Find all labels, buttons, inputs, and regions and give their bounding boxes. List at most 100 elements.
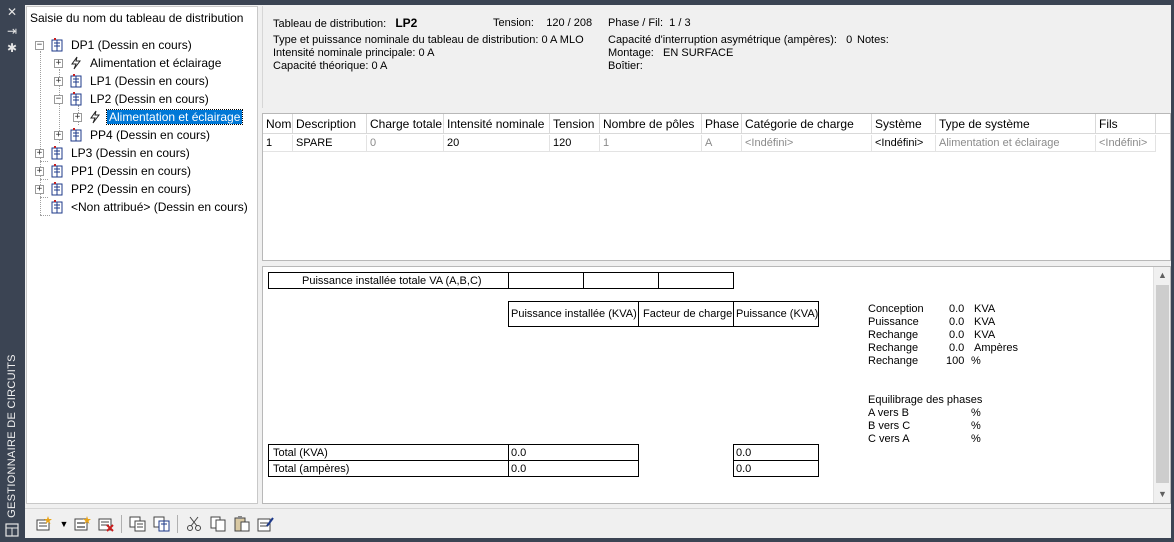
panel-info: Tableau de distribution: LP2 Tension: 12… — [262, 6, 1171, 108]
tree-node-pp1[interactable]: + PP1 (Dessin en cours) — [35, 162, 193, 180]
total-kva-power: 0.0 — [733, 444, 819, 461]
tree-node-dp1[interactable]: − DP1 (Dessin en cours) — [35, 36, 194, 54]
tree-node-lp2-power-lighting[interactable]: + Alimentation et éclairage — [73, 108, 244, 126]
col-power-kva: Puissance (KVA) — [733, 301, 819, 327]
delete-circuit-icon[interactable] — [97, 516, 115, 532]
load-summary: Puissance installée totale VA (A,B,C) Pu… — [262, 266, 1171, 504]
col-description[interactable]: Description — [293, 114, 367, 134]
scroll-down-icon[interactable]: ▼ — [1154, 486, 1171, 503]
col-tension[interactable]: Tension — [550, 114, 600, 134]
dropdown-arrow-icon[interactable]: ▼ — [55, 516, 73, 532]
expand-icon[interactable]: + — [54, 130, 63, 140]
total-amps-installed: 0.0 — [508, 460, 639, 477]
stat-label: Rechange — [868, 355, 919, 367]
panel-icon — [5, 523, 19, 537]
tree-node-pp4[interactable]: + PP4 (Dessin en cours) — [54, 126, 212, 144]
schedule-icon[interactable] — [153, 516, 171, 532]
tree-node-lp3[interactable]: + LP3 (Dessin en cours) — [35, 144, 192, 162]
expand-icon[interactable]: + — [35, 184, 44, 194]
col-phase[interactable]: Phase — [702, 114, 742, 134]
notes-label: Notes: — [857, 34, 889, 46]
stat-unit: Ampères — [974, 342, 1019, 354]
expand-icon[interactable]: + — [35, 166, 44, 176]
col-fils[interactable]: Fils — [1096, 114, 1156, 134]
table-cell[interactable]: <Indéfini> — [1096, 135, 1156, 152]
auto-hide-icon[interactable]: ⇥ — [6, 25, 18, 37]
balance-label: B vers C — [868, 420, 911, 432]
balance-unit: % — [971, 420, 981, 432]
stat-unit: KVA — [974, 329, 996, 341]
stat-label: Rechange — [868, 342, 919, 354]
table-cell[interactable]: 1 — [263, 135, 293, 152]
summary-scrollbar[interactable]: ▲ ▼ — [1153, 267, 1170, 503]
paste-icon[interactable] — [233, 516, 251, 532]
panel-icon — [70, 92, 82, 106]
col-intensite-nominale[interactable]: Intensité nominale — [444, 114, 550, 134]
stat-unit: % — [971, 355, 981, 367]
tree-node-pp2[interactable]: + PP2 (Dessin en cours) — [35, 180, 193, 198]
expand-icon[interactable]: + — [54, 76, 63, 86]
panel-value: LP2 — [395, 16, 418, 30]
table-cell[interactable]: SPARE — [293, 135, 367, 152]
close-icon[interactable]: ✕ — [6, 6, 18, 18]
cut-icon[interactable] — [185, 516, 203, 532]
stat-label: Rechange — [868, 329, 919, 341]
scroll-up-icon[interactable]: ▲ — [1154, 267, 1171, 284]
collapse-icon[interactable]: − — [35, 40, 44, 50]
panel-tree[interactable]: Saisie du nom du tableau de distribution… — [26, 6, 258, 504]
circuit-table[interactable]: Nom Description Charge totale Intensité … — [262, 113, 1171, 261]
col-nombre-poles[interactable]: Nombre de pôles — [600, 114, 702, 134]
tension-label: Tension: — [493, 17, 534, 29]
phase-label: Phase / Fil: — [608, 17, 664, 29]
properties-icon[interactable] — [257, 516, 275, 532]
lightning-icon — [71, 56, 81, 70]
tree-node-lp1[interactable]: + LP1 (Dessin en cours) — [54, 72, 211, 90]
tree-node-unassigned[interactable]: <Non attribué> (Dessin en cours) — [50, 198, 250, 216]
stat-unit: KVA — [974, 316, 996, 328]
expand-icon[interactable]: + — [54, 58, 63, 68]
copy-panel-icon[interactable] — [129, 516, 147, 532]
col-type-systeme[interactable]: Type de système — [936, 114, 1096, 134]
circuit-manager-window: Saisie du nom du tableau de distribution… — [25, 5, 1171, 538]
total-installed-cell-a — [508, 272, 584, 289]
type-line: Type et puissance nominale du tableau de… — [273, 34, 584, 46]
table-cell[interactable]: <Indéfini> — [872, 135, 936, 152]
scroll-thumb[interactable] — [1156, 285, 1169, 483]
balance-label: A vers B — [868, 407, 909, 419]
tree-node-lp2[interactable]: − LP2 (Dessin en cours) — [54, 90, 211, 108]
table-header: Nom Description Charge totale Intensité … — [263, 114, 1170, 134]
panel-icon — [51, 164, 63, 178]
col-categorie-charge[interactable]: Catégorie de charge — [742, 114, 872, 134]
col-systeme[interactable]: Système — [872, 114, 936, 134]
properties-icon[interactable]: ✱ — [6, 42, 18, 54]
tension-value: 120 / 208 — [546, 17, 593, 29]
new-panel-icon[interactable] — [35, 516, 53, 532]
stat-value: 0.0 — [949, 342, 965, 354]
new-circuit-icon[interactable] — [73, 516, 91, 532]
balance-unit: % — [971, 433, 981, 445]
table-cell[interactable]: A — [702, 135, 742, 152]
table-cell[interactable]: 120 — [550, 135, 600, 152]
col-nom[interactable]: Nom — [263, 114, 293, 134]
table-cell[interactable]: 20 — [444, 135, 550, 152]
expand-icon[interactable]: + — [35, 148, 44, 158]
panel-icon — [70, 128, 82, 142]
main-current-line: Intensité nominale principale: 0 A — [273, 47, 435, 59]
stat-value: 0.0 — [949, 329, 965, 341]
tree-node-dp1-power-lighting[interactable]: + Alimentation et éclairage — [54, 54, 223, 72]
total-amps-label: Total (ampères) — [268, 460, 509, 477]
collapse-icon[interactable]: − — [54, 94, 63, 104]
expand-icon[interactable]: + — [73, 112, 82, 122]
table-cell[interactable]: 0 — [367, 135, 444, 152]
panel-icon — [51, 146, 63, 160]
total-kva-label: Total (KVA) — [268, 444, 509, 461]
stat-unit: KVA — [974, 303, 996, 315]
table-cell[interactable]: 1 — [600, 135, 702, 152]
phase-value: 1 / 3 — [669, 17, 691, 29]
table-cell[interactable]: <Indéfini> — [742, 135, 872, 152]
bottom-toolbar: ▼ — [25, 508, 1171, 538]
copy-icon[interactable] — [209, 516, 227, 532]
mounting-label: Montage: — [608, 47, 654, 59]
col-charge-totale[interactable]: Charge totale — [367, 114, 444, 134]
table-cell[interactable]: Alimentation et éclairage — [936, 135, 1096, 152]
